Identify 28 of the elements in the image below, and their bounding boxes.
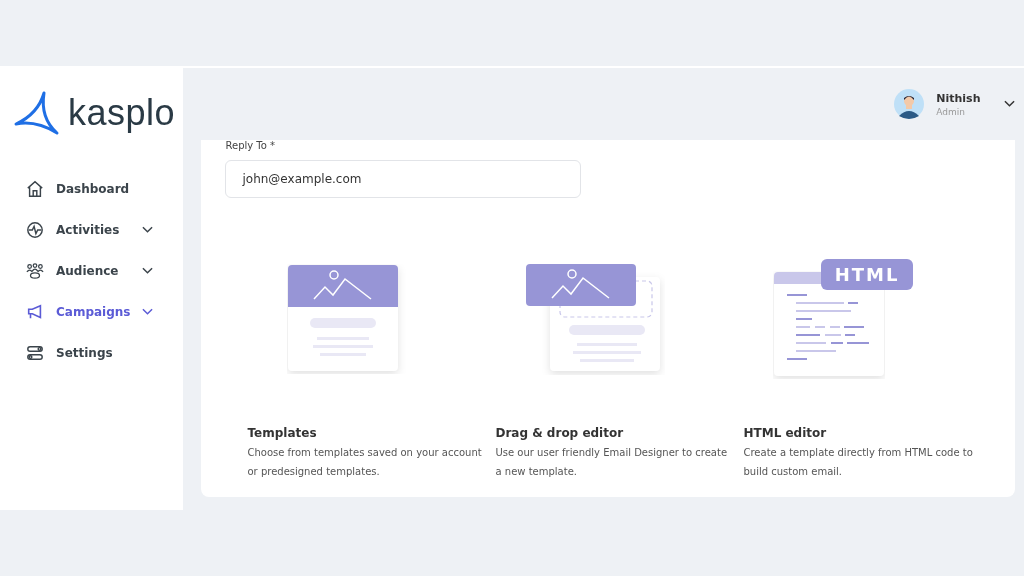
home-icon [26, 179, 44, 198]
chevron-down-icon[interactable] [142, 307, 154, 316]
chevron-down-icon[interactable] [142, 225, 154, 234]
chevron-down-icon[interactable] [1004, 100, 1016, 108]
logo-text: kasplo [68, 92, 176, 134]
sidebar-item[interactable]: Dashboard [0, 168, 184, 209]
option-description: Use our user friendly Email Designer to create a new template. [495, 446, 729, 479]
user-name: Nithish [936, 91, 981, 105]
option-title[interactable]: Drag & drop editor [495, 426, 744, 440]
html-label: HTML [820, 259, 914, 290]
megaphone-icon [26, 302, 44, 321]
sidebar-item[interactable]: Activities [0, 209, 184, 250]
people-icon [26, 261, 44, 280]
logo-icon [14, 90, 60, 136]
chevron-down-icon[interactable] [142, 266, 154, 275]
field-label: Reply To * [225, 140, 277, 152]
reply-to-field[interactable]: john@example.com [225, 160, 582, 198]
user-role: Admin [936, 106, 966, 117]
option-title[interactable]: HTML editor [743, 426, 992, 440]
option-description: Choose from templates saved on your account or predesigned templates. [247, 446, 483, 479]
option-title[interactable]: Templates [247, 426, 496, 440]
sidebar-item[interactable]: Settings [0, 332, 184, 373]
toggles-icon [26, 343, 44, 362]
option-description: Create a template directly from HTML code to build custom email. [743, 446, 974, 479]
sidebar-item[interactable]: Audience [0, 250, 184, 291]
activity-icon [26, 220, 44, 239]
avatar-icon[interactable] [894, 89, 925, 119]
sidebar-item[interactable]: Campaigns [0, 291, 184, 332]
